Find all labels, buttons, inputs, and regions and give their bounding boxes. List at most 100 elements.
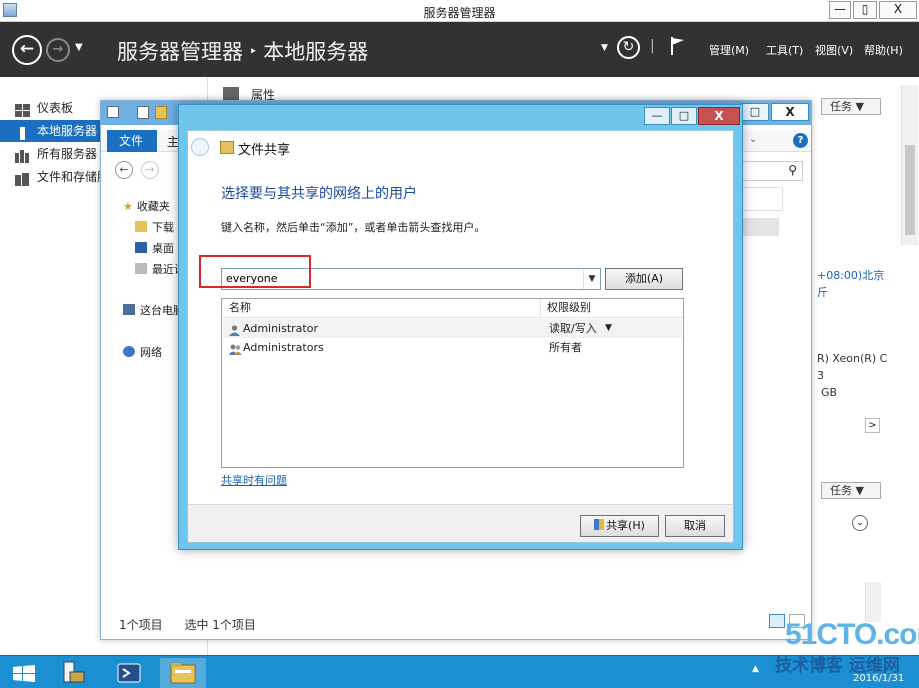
explorer-maximize-button[interactable]: □ [741, 103, 769, 121]
sidebar-item-label: 文件和存储服务 [37, 170, 100, 184]
dialog-back-icon[interactable] [191, 138, 209, 156]
sidebar-item-dashboard[interactable]: 仪表板 [0, 97, 100, 119]
new-folder-quick-icon[interactable] [155, 106, 167, 119]
nav-label: 网络 [140, 346, 162, 359]
events-scrollbar[interactable] [865, 582, 881, 622]
downloads-icon [135, 221, 147, 232]
nav-desktop[interactable]: 桌面 [135, 240, 174, 256]
expand-chevron-icon[interactable]: ⌄ [852, 515, 868, 531]
cancel-button[interactable]: 取消 [665, 515, 725, 537]
header-divider: | [650, 38, 655, 54]
menu-view[interactable]: 视图(V) [815, 42, 853, 58]
scroll-right-icon[interactable]: > [865, 418, 880, 433]
highlight-annotation-box [199, 255, 311, 288]
taskbar-clock-date: 2016/1/31 [853, 673, 905, 684]
permission-dropdown-icon[interactable]: ▼ [605, 319, 612, 338]
help-icon[interactable]: ? [793, 133, 808, 148]
minimize-button[interactable]: — [829, 1, 851, 19]
events-tasks-button[interactable]: 任务 ▼ [821, 482, 881, 499]
nav-favorites[interactable]: ★ 收藏夹 [123, 198, 170, 214]
file-sharing-dialog: — □ X 文件共享 选择要与其共享的网络上的用户 键入名称，然后单击“添加”，… [178, 104, 743, 550]
notifications-flag-icon[interactable] [670, 36, 686, 60]
share-button[interactable]: 共享(H) [580, 515, 659, 537]
status-selected-count: 选中 1个项目 [184, 618, 256, 632]
menu-manage[interactable]: 管理(M) [709, 42, 749, 58]
nav-this-pc[interactable]: 这台电脑 [123, 302, 184, 318]
breadcrumb-root[interactable]: 服务器管理器 [117, 40, 243, 64]
refresh-icon[interactable]: ↻ [617, 36, 640, 59]
dialog-title: 文件共享 [238, 143, 291, 158]
dialog-heading: 选择要与其共享的网络上的用户 [221, 186, 417, 202]
table-row[interactable]: Administrators 所有者 [223, 338, 682, 357]
desktop-icon [135, 242, 147, 253]
menu-help[interactable]: 帮助(H) [864, 42, 903, 58]
processor-value: R) Xeon(R) C [817, 352, 888, 365]
sidebar-item-file-storage[interactable]: 文件和存储服务 [0, 166, 100, 188]
user-permissions-table: 名称 权限级别 Administrator 读取/写入 ▼ Administra… [221, 298, 684, 468]
restore-button[interactable]: ▯ [853, 1, 877, 19]
network-icon [123, 346, 135, 357]
taskbar-powershell[interactable] [106, 658, 152, 688]
file-sharing-icon [220, 141, 234, 154]
menu-tools[interactable]: 工具(T) [766, 42, 803, 58]
timezone-value[interactable]: +08:00)北京 [817, 267, 884, 283]
dialog-close-button[interactable]: X [698, 107, 740, 125]
user-name: Administrators [243, 341, 324, 354]
start-button[interactable] [0, 658, 46, 688]
column-header-name[interactable]: 名称 [223, 299, 541, 318]
close-button[interactable]: X [879, 1, 917, 19]
taskbar-server-manager[interactable] [50, 658, 96, 688]
share-button-label: 共享(H) [606, 519, 645, 532]
forward-arrow-icon[interactable]: → [46, 38, 70, 62]
status-item-count: 1个项目 [119, 618, 163, 632]
table-row[interactable]: Administrator 读取/写入 ▼ [223, 319, 682, 338]
dialog-minimize-button[interactable]: — [644, 107, 670, 125]
group-icon [229, 342, 242, 355]
nav-downloads[interactable]: 下载 [135, 219, 174, 235]
properties-quick-icon[interactable] [137, 106, 149, 119]
permission-level[interactable]: 读取/写入 [549, 319, 597, 338]
explorer-close-button[interactable]: X [771, 103, 809, 121]
tray-expand-icon[interactable]: ▲ [752, 664, 759, 674]
star-icon: ★ [123, 200, 133, 213]
dialog-footer: 共享(H) 取消 [188, 504, 733, 542]
ribbon-expand-icon[interactable]: ⌄ [749, 134, 757, 145]
explorer-app-icon [107, 106, 119, 118]
explorer-back-icon[interactable]: ← [115, 161, 133, 179]
storage-icon [15, 171, 30, 186]
scrollbar-thumb[interactable] [905, 145, 915, 235]
dialog-maximize-button[interactable]: □ [671, 107, 697, 125]
nav-network[interactable]: 网络 [123, 344, 162, 360]
sidebar-item-all-servers[interactable]: 所有服务器 [0, 143, 100, 165]
nav-label: 桌面 [152, 242, 174, 255]
watermark-main: 51CTO.com [785, 618, 919, 651]
servers-icon [15, 148, 30, 163]
explorer-status-bar: 1个项目 选中 1个项目 [119, 616, 256, 633]
properties-tasks-button[interactable]: 任务 ▼ [821, 98, 881, 115]
explorer-forward-icon[interactable]: → [141, 161, 159, 179]
chevron-down-icon[interactable]: ▼ [583, 269, 600, 289]
main-scrollbar[interactable] [901, 85, 918, 245]
add-user-button[interactable]: 添加(A) [605, 268, 683, 290]
shield-icon [594, 519, 605, 530]
back-arrow-icon[interactable]: ← [12, 35, 42, 65]
memory-value: GB [821, 386, 838, 399]
taskbar-file-explorer[interactable] [160, 658, 206, 688]
ribbon-tab-file[interactable]: 文件 [107, 130, 157, 152]
column-header-permission[interactable]: 权限级别 [541, 299, 683, 318]
server-manager-header: ← → ▼ 服务器管理器 ‣ 本地服务器 ▼ ↻ | 管理(M) 工具(T) 视图(… [0, 22, 919, 77]
sharing-trouble-link[interactable]: 共享时有问题 [221, 472, 287, 488]
recent-places-icon [135, 263, 147, 274]
refresh-dropdown-icon[interactable]: ▼ [601, 43, 608, 53]
breadcrumb-separator: ‣ [249, 44, 258, 60]
details-pane-field [741, 187, 783, 211]
history-dropdown-icon[interactable]: ▼ [75, 42, 83, 53]
details-pane-bar [741, 218, 779, 236]
breadcrumb: 服务器管理器 ‣ 本地服务器 [117, 36, 368, 66]
nav-label: 收藏夹 [136, 200, 170, 213]
explorer-search-box[interactable]: ⚲ [741, 161, 803, 181]
dialog-body: 文件共享 选择要与其共享的网络上的用户 键入名称，然后单击“添加”，或者单击箭头… [187, 130, 734, 543]
dialog-header: 文件共享 [188, 131, 733, 163]
timezone-value-cont[interactable]: 斤 [817, 284, 828, 300]
sidebar-item-local-server[interactable]: 本地服务器 [0, 120, 100, 142]
